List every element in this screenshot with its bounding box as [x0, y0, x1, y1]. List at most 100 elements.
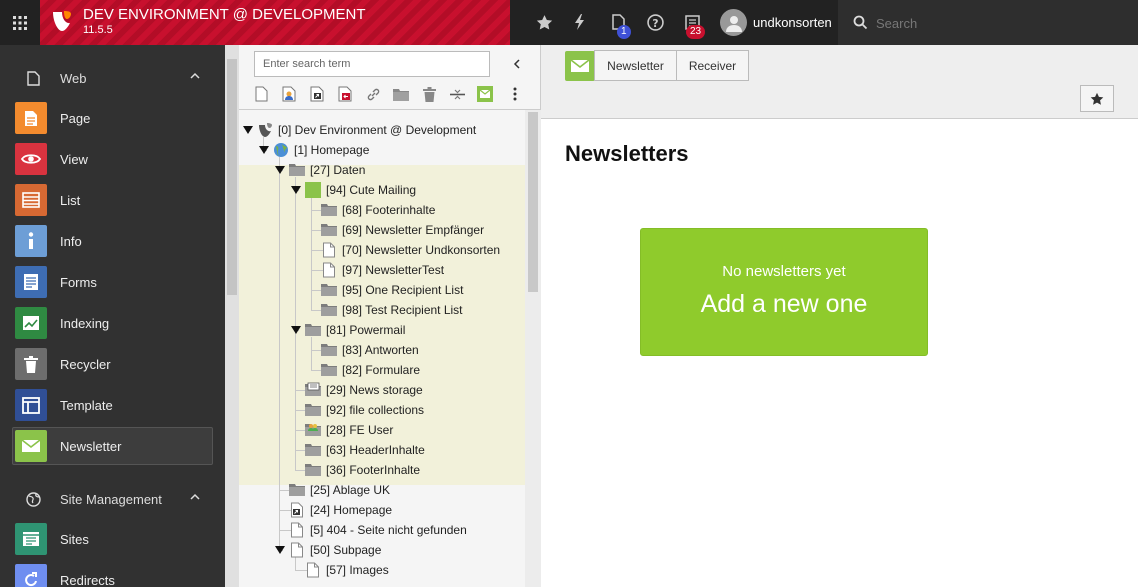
- module-sites[interactable]: Sites: [12, 520, 213, 558]
- new-page-icon: [255, 86, 267, 102]
- tree-node-label: [27] Daten: [310, 163, 366, 177]
- new-folder-button[interactable]: [389, 83, 413, 105]
- tree-node[interactable]: [92] file collections: [239, 400, 525, 420]
- typo3-version: 11.5.5: [83, 24, 113, 36]
- chevron-left-icon: [513, 59, 520, 69]
- new-newsletter-page-button[interactable]: [473, 83, 497, 105]
- tree-node[interactable]: [24] Homepage: [239, 500, 525, 520]
- tree-node[interactable]: [29] News storage: [239, 380, 525, 400]
- module-label: Newsletter: [60, 438, 122, 454]
- page-tree-scrollbar[interactable]: [525, 110, 541, 587]
- tree-node[interactable]: [0] Dev Environment @ Development: [239, 120, 525, 140]
- system-information-button[interactable]: 23: [681, 11, 706, 39]
- tree-node[interactable]: [81] Powermail: [239, 320, 525, 340]
- module-menu-toggle[interactable]: [0, 0, 40, 45]
- spacer-icon: [449, 89, 465, 99]
- help-button[interactable]: ?: [644, 11, 666, 33]
- module-recycler[interactable]: Recycler: [12, 345, 213, 383]
- site-brand[interactable]: DEV ENVIRONMENT @ DEVELOPMENT 11.5.5: [40, 0, 510, 45]
- module-redirects[interactable]: Redirects: [12, 561, 213, 587]
- module-group-site-management[interactable]: Site Management: [0, 479, 225, 519]
- tree-node[interactable]: [95] One Recipient List: [239, 280, 525, 300]
- expand-toggle-icon[interactable]: [275, 165, 285, 175]
- tree-node[interactable]: [27] Daten: [239, 160, 525, 180]
- tree-node[interactable]: [82] Formulare: [239, 360, 525, 380]
- tree-node[interactable]: [25] Ablage UK: [239, 480, 525, 500]
- clear-cache-button[interactable]: [569, 11, 591, 33]
- globe-icon: [274, 143, 288, 157]
- expand-toggle-icon[interactable]: [291, 325, 301, 335]
- user-menu[interactable]: undkonsorten: [720, 9, 832, 36]
- new-shortcut-button[interactable]: [305, 83, 329, 105]
- tree-search-input[interactable]: [254, 51, 490, 77]
- folder-icon: [305, 404, 321, 416]
- opendocs-button[interactable]: 1: [607, 11, 631, 39]
- module-group-label: Site Management: [60, 491, 162, 507]
- module-indexing[interactable]: Indexing: [12, 304, 213, 342]
- new-mount-point-button[interactable]: [361, 83, 385, 105]
- new-link-button[interactable]: [333, 83, 357, 105]
- tree-node-label: [1] Homepage: [294, 143, 370, 157]
- module-menu-scrollbar[interactable]: [225, 45, 239, 587]
- module-template[interactable]: Template: [12, 386, 213, 424]
- folder-icon: [305, 444, 321, 456]
- tab-newsletter[interactable]: Newsletter: [594, 50, 677, 81]
- globe-icon: [25, 491, 41, 507]
- module-label: Recycler: [60, 356, 111, 372]
- page-title: Newsletters: [565, 141, 689, 166]
- news-folder-icon: [305, 382, 321, 396]
- expand-toggle-icon[interactable]: [291, 185, 301, 195]
- add-newsletter-label: Add a new one: [700, 290, 868, 318]
- module-label: View: [60, 151, 88, 167]
- expand-toggle-icon[interactable]: [275, 545, 285, 555]
- module-group-web[interactable]: Web: [0, 58, 225, 98]
- module-view[interactable]: View: [12, 140, 213, 178]
- search-input[interactable]: [876, 13, 1126, 33]
- tree-options-button[interactable]: [503, 83, 527, 105]
- bookmark-button[interactable]: [1080, 85, 1114, 112]
- expand-toggle-icon[interactable]: [243, 125, 253, 135]
- module-label: Template: [60, 397, 113, 413]
- tree-node[interactable]: [57] Images: [239, 560, 525, 580]
- expand-toggle-icon[interactable]: [259, 145, 269, 155]
- tree-node[interactable]: [5] 404 - Seite nicht gefunden: [239, 520, 525, 540]
- tree-node[interactable]: [68] Footerinhalte: [239, 200, 525, 220]
- tab-receiver[interactable]: Receiver: [676, 50, 749, 81]
- username: undkonsorten: [753, 15, 832, 30]
- tree-node[interactable]: [97] NewsletterTest: [239, 260, 525, 280]
- tree-node[interactable]: [28] FE User: [239, 420, 525, 440]
- module-newsletter[interactable]: Newsletter: [12, 427, 213, 465]
- tree-node[interactable]: [98] Test Recipient List: [239, 300, 525, 320]
- collapse-tree-button[interactable]: [509, 54, 525, 74]
- module-info[interactable]: Info: [12, 222, 213, 260]
- newsletter-folder-icon: [305, 182, 321, 198]
- envelope-icon: [15, 430, 47, 462]
- tree-node-label: [25] Ablage UK: [310, 483, 391, 497]
- module-forms[interactable]: Forms: [12, 263, 213, 301]
- svg-text:?: ?: [652, 16, 658, 29]
- tree-node[interactable]: [50] Subpage: [239, 540, 525, 560]
- folder-icon: [321, 364, 337, 376]
- eye-icon: [15, 143, 47, 175]
- new-recycler-button[interactable]: [417, 83, 441, 105]
- tree-node[interactable]: [63] HeaderInhalte: [239, 440, 525, 460]
- folder-icon: [321, 344, 337, 356]
- add-newsletter-button[interactable]: No newsletters yet Add a new one: [640, 228, 928, 356]
- tree-node[interactable]: [83] Antworten: [239, 340, 525, 360]
- module-page[interactable]: Page: [12, 99, 213, 137]
- bookmarks-button[interactable]: [533, 11, 555, 33]
- live-search: [838, 0, 1138, 45]
- new-page-button[interactable]: [249, 83, 273, 105]
- shortcut-page-icon: [291, 502, 303, 518]
- folder-icon: [321, 204, 337, 216]
- new-backend-user-section-button[interactable]: [277, 83, 301, 105]
- tree-node[interactable]: [69] Newsletter Empfänger: [239, 220, 525, 240]
- page-tree-panel: [0] Dev Environment @ Development [1] Hom…: [225, 45, 541, 587]
- module-group-label: Web: [60, 70, 87, 86]
- module-list[interactable]: List: [12, 181, 213, 219]
- tree-node[interactable]: [36] FooterInhalte: [239, 460, 525, 480]
- tree-node[interactable]: [94] Cute Mailing: [239, 180, 525, 200]
- new-spacer-button[interactable]: [445, 83, 469, 105]
- tree-node[interactable]: [70] Newsletter Undkonsorten: [239, 240, 525, 260]
- tree-node[interactable]: [1] Homepage: [239, 140, 525, 160]
